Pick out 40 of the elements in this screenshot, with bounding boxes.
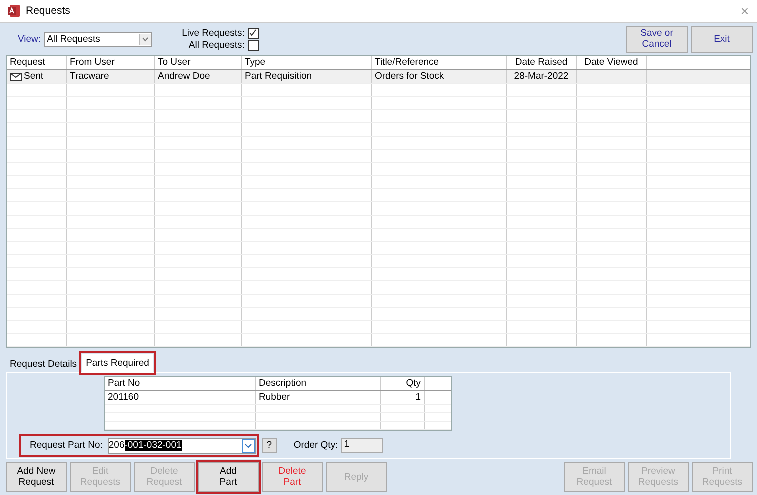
table-cell: Andrew Doe <box>155 70 242 83</box>
field-label: Request Part No: <box>29 439 104 453</box>
column-header: Date Raised <box>507 56 577 69</box>
tab[interactable]: Request Details <box>6 356 82 372</box>
column-header: Part No <box>105 377 256 390</box>
table-cell: Sent <box>7 70 67 83</box>
column-header: Type <box>242 56 372 69</box>
help-button[interactable]: ? <box>262 438 277 453</box>
column-header: From User <box>67 56 155 69</box>
table-cell: Part Requisition <box>242 70 372 83</box>
checkbox[interactable] <box>248 28 259 38</box>
column-header: Description <box>256 377 381 390</box>
table-cell: Rubber <box>256 391 381 404</box>
window-title: Requests <box>26 5 72 17</box>
column-header: Date Viewed <box>577 56 647 69</box>
table-cell: Orders for Stock <box>372 70 507 83</box>
field-label: Order Qty: <box>294 440 338 451</box>
filter-label: All Requests: <box>188 40 245 50</box>
table-cell: 1 <box>381 391 425 404</box>
column-header: Request <box>7 56 67 69</box>
action-button[interactable]: Add Part <box>198 462 259 492</box>
part-number-field[interactable]: 206-001-032-001 <box>108 438 256 454</box>
toolbar-button[interactable]: Exit <box>691 26 753 52</box>
view-dropdown[interactable]: All Requests <box>44 32 152 46</box>
column-header: Qty <box>381 377 425 390</box>
table-row[interactable]: Sent Tracware Andrew Doe Part Requisition Orders for Stock 28-Mar-2022 <box>7 70 750 84</box>
column-header: Title/Reference <box>372 56 507 69</box>
table-cell: 201160 <box>105 391 256 404</box>
order-qty-field[interactable]: 1 <box>341 438 384 453</box>
checkbox[interactable] <box>248 40 259 50</box>
app-icon <box>8 5 20 17</box>
filter-label: Live Requests: <box>182 28 245 38</box>
toolbar-button[interactable]: Save or Cancel <box>626 26 688 52</box>
column-header: To User <box>155 56 242 69</box>
action-button[interactable]: Add New Request <box>6 462 67 492</box>
table-cell: 28-Mar-2022 <box>507 70 577 83</box>
envelope-icon <box>10 72 22 80</box>
view-label: View: <box>18 34 42 44</box>
table-cell: Tracware <box>67 70 155 83</box>
tab[interactable]: Parts Required <box>82 354 154 372</box>
